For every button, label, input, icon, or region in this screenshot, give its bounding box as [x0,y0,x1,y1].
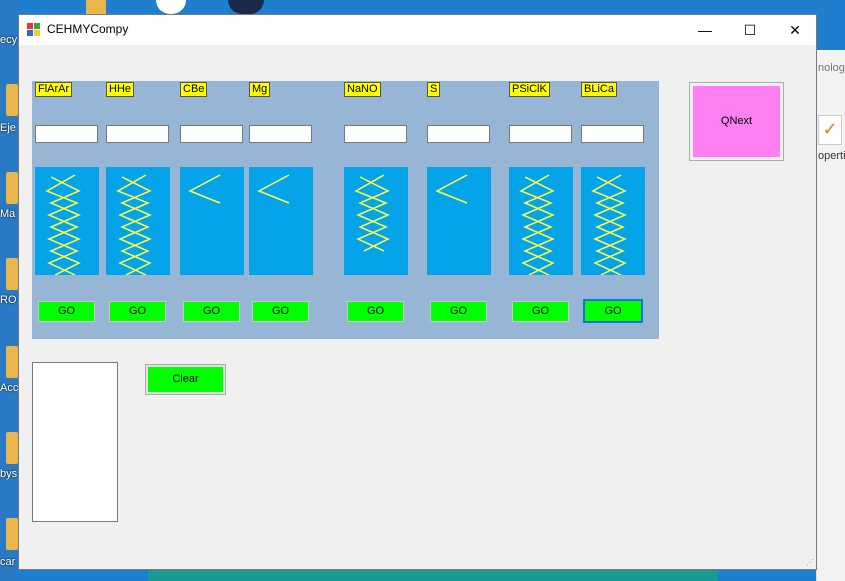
go-button[interactable]: GO [109,301,166,322]
clear-button[interactable]: Clear [145,364,226,395]
qnext-label: QNext [693,86,780,157]
element-tag: Mg [249,82,271,97]
zigzag-picture [509,167,573,275]
app-window: CEHMYCompy — ☐ ✕ FlArAr GO HHe GO CBe GO… [18,14,817,570]
desktop-label: Eje [0,122,16,134]
element-input[interactable] [106,125,169,143]
zigzag-drawing [354,174,390,252]
element-tag: BLiCa [581,82,617,97]
title-bar[interactable]: CEHMYCompy — ☐ ✕ [19,15,816,45]
chevron-line [435,174,468,204]
checkmark-icon: ✓ [818,115,842,145]
desktop-label: RO [0,294,17,306]
window-title: CEHMYCompy [47,22,129,36]
element-tag: HHe [106,82,135,97]
element-input[interactable] [581,125,644,143]
element-tag: CBe [180,82,208,97]
folder-icon[interactable] [6,518,18,550]
result-listbox[interactable] [32,362,118,522]
folder-icon[interactable] [6,258,18,290]
zigzag-picture [427,167,491,275]
go-button[interactable]: GO [583,299,643,323]
zigzag-picture [35,167,99,275]
chevron-line [188,174,221,204]
go-button[interactable]: GO [430,301,487,322]
maximize-button[interactable]: ☐ [727,15,773,45]
element-tag: S [427,82,441,97]
taskbar-fragment [148,569,718,581]
element-input[interactable] [427,125,490,143]
zigzag-picture [249,167,313,275]
zigzag-line [358,176,390,252]
go-button[interactable]: GO [512,301,569,322]
folder-icon[interactable] [6,346,18,378]
zigzag-drawing [116,174,152,275]
zigzag-picture [581,167,645,275]
zigzag-drawing [257,174,290,204]
element-input[interactable] [180,125,243,143]
qnext-button[interactable]: QNext [689,82,784,161]
close-button[interactable]: ✕ [772,15,818,45]
element-tag: FlArAr [35,82,73,97]
clear-label: Clear [148,367,223,392]
minimize-button[interactable]: — [682,15,728,45]
element-tag: PSiClK [509,82,550,97]
folder-icon[interactable] [86,0,106,14]
desktop-label: ecy [0,34,18,46]
go-button[interactable]: GO [38,301,95,322]
desktop-label: bys [0,468,18,480]
zigzag-picture [180,167,244,275]
zigzag-picture [106,167,170,275]
go-button[interactable]: GO [347,301,404,322]
element-input[interactable] [509,125,572,143]
desktop-label: Ma [0,208,16,220]
background-text: operti [818,150,845,162]
zigzag-drawing [435,174,468,204]
zigzag-drawing [188,174,221,204]
folder-icon[interactable] [6,172,18,204]
app-icon [27,23,41,36]
app-icon[interactable] [228,0,264,14]
desktop-label: car [0,556,16,568]
go-button[interactable]: GO [183,301,240,322]
zigzag-picture [344,167,408,275]
resize-grip-icon[interactable]: ⋰ [806,558,814,567]
element-input[interactable] [249,125,312,143]
zigzag-drawing [519,174,555,275]
app-icon[interactable] [156,0,186,14]
element-input[interactable] [35,125,98,143]
element-input[interactable] [344,125,407,143]
folder-icon[interactable] [6,432,18,464]
element-tag: NaNO [344,82,381,97]
folder-icon[interactable] [6,84,18,116]
desktop-label: Acc [0,382,19,394]
zigzag-drawing [45,174,81,275]
background-text: nolog [818,62,845,74]
zigzag-drawing [591,174,627,275]
go-button[interactable]: GO [252,301,309,322]
chevron-line [257,174,290,204]
